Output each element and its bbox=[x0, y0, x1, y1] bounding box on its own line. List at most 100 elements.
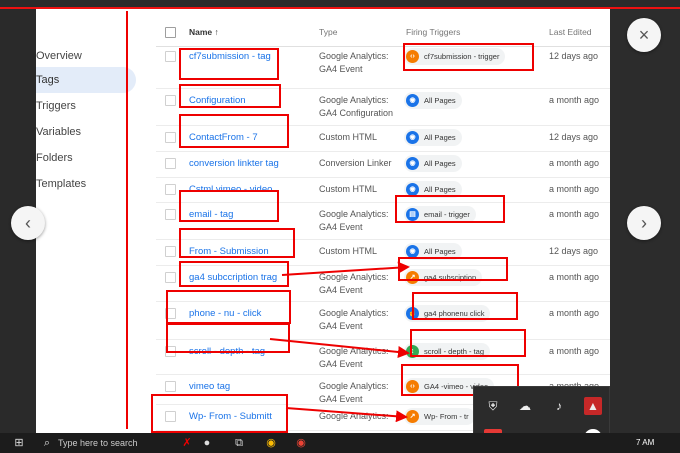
table-row[interactable]: ga4 subccription trag Google Analytics: GA… bbox=[156, 266, 610, 302]
tag-name-link[interactable]: email - tag bbox=[189, 209, 233, 220]
table-row[interactable]: From - Submission Custom HTML ◉ All Pages 12… bbox=[156, 240, 610, 266]
table-row[interactable]: cf7submission - tag Google Analytics: GA4 … bbox=[156, 45, 610, 89]
row-checkbox[interactable] bbox=[165, 272, 176, 283]
eye-icon: ◉ bbox=[406, 157, 419, 170]
row-checkbox[interactable] bbox=[165, 246, 176, 257]
volume-icon[interactable]: ♪ bbox=[550, 397, 568, 415]
windows-start-icon[interactable]: ⊞ bbox=[12, 436, 26, 450]
tag-type-line1: Google Analytics: bbox=[319, 346, 389, 356]
tag-manager-workspace: Overview Tags Triggers Variables Folders… bbox=[36, 9, 610, 433]
close-viewer-button[interactable]: × bbox=[627, 18, 661, 52]
sidebar-item-overview[interactable]: Overview bbox=[36, 43, 136, 69]
column-header-type[interactable]: Type bbox=[319, 27, 337, 37]
firing-trigger-chip[interactable]: ◉ All Pages bbox=[404, 181, 462, 198]
previous-image-button[interactable]: ‹ bbox=[11, 206, 45, 240]
sidebar-item-templates[interactable]: Templates bbox=[36, 171, 136, 197]
column-header-name[interactable]: Name ↑ bbox=[189, 27, 219, 37]
trigger-label: email - trigger bbox=[424, 210, 470, 219]
table-row[interactable]: Configuration Google Analytics: GA4 Config… bbox=[156, 89, 610, 126]
annotation-tool-icon[interactable]: ✗ bbox=[180, 436, 194, 450]
annotation-vertical-line bbox=[126, 11, 128, 429]
firing-trigger-chip[interactable]: ↗ Wp- From - tr bbox=[404, 408, 475, 425]
last-edited: 12 days ago bbox=[549, 246, 599, 256]
chevron-right-icon: › bbox=[641, 213, 647, 233]
tag-name-link[interactable]: Wp- From - Submitt bbox=[189, 411, 272, 422]
tag-type: Custom HTML bbox=[319, 183, 377, 196]
task-view-icon[interactable]: ⧉ bbox=[232, 436, 246, 450]
clock[interactable]: 7 AM bbox=[636, 438, 654, 447]
table-row[interactable]: Cstml vimeo - video Custom HTML ◉ All Pages… bbox=[156, 178, 610, 203]
firing-trigger-chip[interactable]: ↗ ga4 subsciption bbox=[404, 269, 483, 286]
tag-type-line1: Custom HTML bbox=[319, 246, 378, 256]
sidebar-item-folders[interactable]: Folders bbox=[36, 145, 136, 171]
firing-trigger-chip[interactable]: ◉ All Pages bbox=[404, 243, 462, 260]
last-edited: a month ago bbox=[549, 184, 600, 194]
security-warning-icon[interactable]: ⛨ bbox=[484, 397, 502, 415]
firing-trigger-chip[interactable]: ◉ All Pages bbox=[404, 155, 462, 172]
trigger-label: All Pages bbox=[424, 185, 456, 194]
custom-event-icon: ↗ bbox=[406, 410, 419, 423]
sidebar-item-tags[interactable]: Tags bbox=[36, 67, 136, 93]
row-checkbox[interactable] bbox=[165, 308, 176, 319]
tag-name-link[interactable]: Configuration bbox=[189, 95, 246, 106]
trigger-label: scroll - depth - tag bbox=[424, 347, 485, 356]
tag-type: Google Analytics: GA4 Event bbox=[319, 345, 389, 371]
close-icon: × bbox=[638, 25, 650, 45]
tag-type: Google Analytics: GA4 Event bbox=[319, 208, 389, 234]
row-checkbox[interactable] bbox=[165, 346, 176, 357]
pdf-reader-icon[interactable]: ▲ bbox=[584, 397, 602, 415]
row-checkbox[interactable] bbox=[165, 411, 176, 422]
tag-name-link[interactable]: cf7submission - tag bbox=[189, 51, 271, 62]
table-row[interactable]: conversion linkter tag Conversion Linker ◉… bbox=[156, 152, 610, 178]
cloud-offline-icon[interactable]: ☁ bbox=[516, 397, 534, 415]
firing-trigger-chip[interactable]: ◉ All Pages bbox=[404, 92, 462, 109]
tag-type-line2: GA4 Event bbox=[319, 359, 363, 369]
sidebar-item-variables[interactable]: Variables bbox=[36, 119, 136, 145]
chrome-icon[interactable]: ◉ bbox=[264, 436, 278, 450]
chevron-left-icon: ‹ bbox=[25, 213, 31, 233]
taskbar-search-input[interactable]: Type here to search bbox=[58, 438, 138, 448]
tag-type-line2: GA4 Event bbox=[319, 394, 363, 404]
row-checkbox[interactable] bbox=[165, 209, 176, 220]
tag-name-link[interactable]: conversion linkter tag bbox=[189, 158, 279, 169]
tag-type-line1: Conversion Linker bbox=[319, 158, 392, 168]
tag-name-link[interactable]: ContactFrom - 7 bbox=[189, 132, 258, 143]
firing-trigger-chip[interactable]: ◉ All Pages bbox=[404, 129, 462, 146]
row-checkbox[interactable] bbox=[165, 95, 176, 106]
last-edited: 12 days ago bbox=[549, 132, 599, 142]
chrome-profile-icon[interactable]: ◉ bbox=[294, 436, 308, 450]
sidebar-item-triggers[interactable]: Triggers bbox=[36, 93, 136, 119]
tag-name-link[interactable]: ga4 subccription trag bbox=[189, 272, 277, 283]
tag-name-link[interactable]: vimeo tag bbox=[189, 381, 230, 392]
trigger-label: All Pages bbox=[424, 159, 456, 168]
next-image-button[interactable]: › bbox=[627, 206, 661, 240]
firing-trigger-chip[interactable]: ☝ ga4 phonenu click bbox=[404, 305, 491, 322]
last-edited: a month ago bbox=[549, 308, 600, 318]
row-checkbox[interactable] bbox=[165, 158, 176, 169]
column-header-last-edited[interactable]: Last Edited bbox=[549, 27, 592, 37]
table-row[interactable]: scroll - depth - tag Google Analytics: GA4… bbox=[156, 340, 610, 375]
row-checkbox[interactable] bbox=[165, 51, 176, 62]
select-all-checkbox[interactable] bbox=[165, 27, 176, 38]
table-row[interactable]: ContactFrom - 7 Custom HTML ◉ All Pages 12 d… bbox=[156, 126, 610, 152]
firing-trigger-chip[interactable]: ▤ email - trigger bbox=[404, 206, 476, 223]
eye-icon: ◉ bbox=[406, 245, 419, 258]
firing-trigger-chip[interactable]: ↕ scroll - depth - tag bbox=[404, 343, 491, 360]
tag-name-link[interactable]: scroll - depth - tag bbox=[189, 346, 265, 357]
table-row[interactable]: email - tag Google Analytics: GA4 Event ▤ em… bbox=[156, 203, 610, 240]
trigger-label: Wp- From - tr bbox=[424, 412, 469, 421]
tag-name-link[interactable]: phone - nu - click bbox=[189, 308, 261, 319]
tag-name-link[interactable]: Cstml vimeo - video bbox=[189, 184, 272, 195]
avatar-icon[interactable]: ● bbox=[200, 436, 214, 450]
tag-type-line1: Google Analytics: bbox=[319, 51, 389, 61]
tag-type: Google Analytics: GA4 Event bbox=[319, 307, 389, 333]
tag-name-link[interactable]: From - Submission bbox=[189, 246, 269, 257]
tag-type-line1: Google Analytics: bbox=[319, 411, 389, 421]
search-icon: ⌕ bbox=[43, 437, 51, 449]
row-checkbox[interactable] bbox=[165, 381, 176, 392]
firing-trigger-chip[interactable]: ‹› cf7submission - trigger bbox=[404, 48, 506, 65]
code-icon: ‹› bbox=[406, 50, 419, 63]
row-checkbox[interactable] bbox=[165, 132, 176, 143]
row-checkbox[interactable] bbox=[165, 184, 176, 195]
table-row[interactable]: phone - nu - click Google Analytics: GA4 E… bbox=[156, 302, 610, 340]
